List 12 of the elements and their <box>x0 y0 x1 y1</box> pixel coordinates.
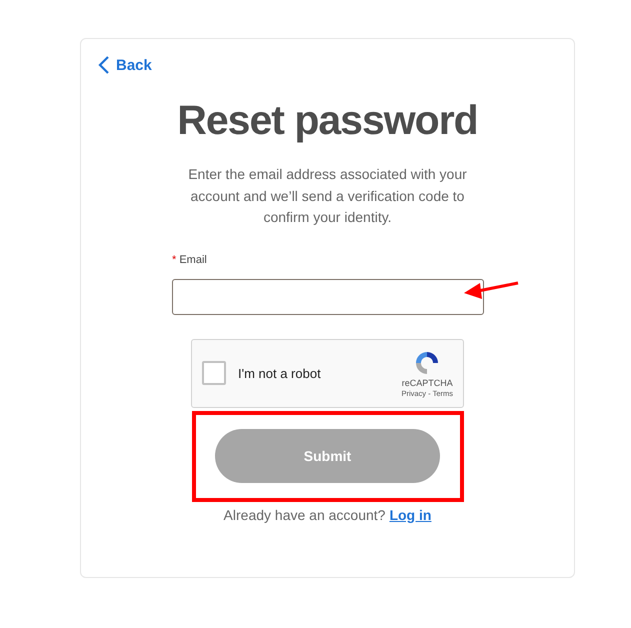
footer-text: Already have an account? <box>224 506 386 522</box>
captcha-checkbox[interactable] <box>202 361 226 385</box>
captcha-label: I'm not a robot <box>238 366 322 380</box>
email-input[interactable] <box>172 278 484 314</box>
back-link[interactable]: Back <box>98 55 152 75</box>
page-title: Reset password <box>177 97 478 144</box>
chevron-left-icon <box>98 55 110 75</box>
required-mark: * <box>172 254 176 266</box>
captcha-brand: reCAPTCHA <box>402 378 453 388</box>
description-text: Enter the email address associated with your account and we’ll send a verification code to confirm your identity. <box>187 165 468 227</box>
login-link[interactable]: Log in <box>389 506 432 522</box>
email-label: Email <box>179 254 207 266</box>
